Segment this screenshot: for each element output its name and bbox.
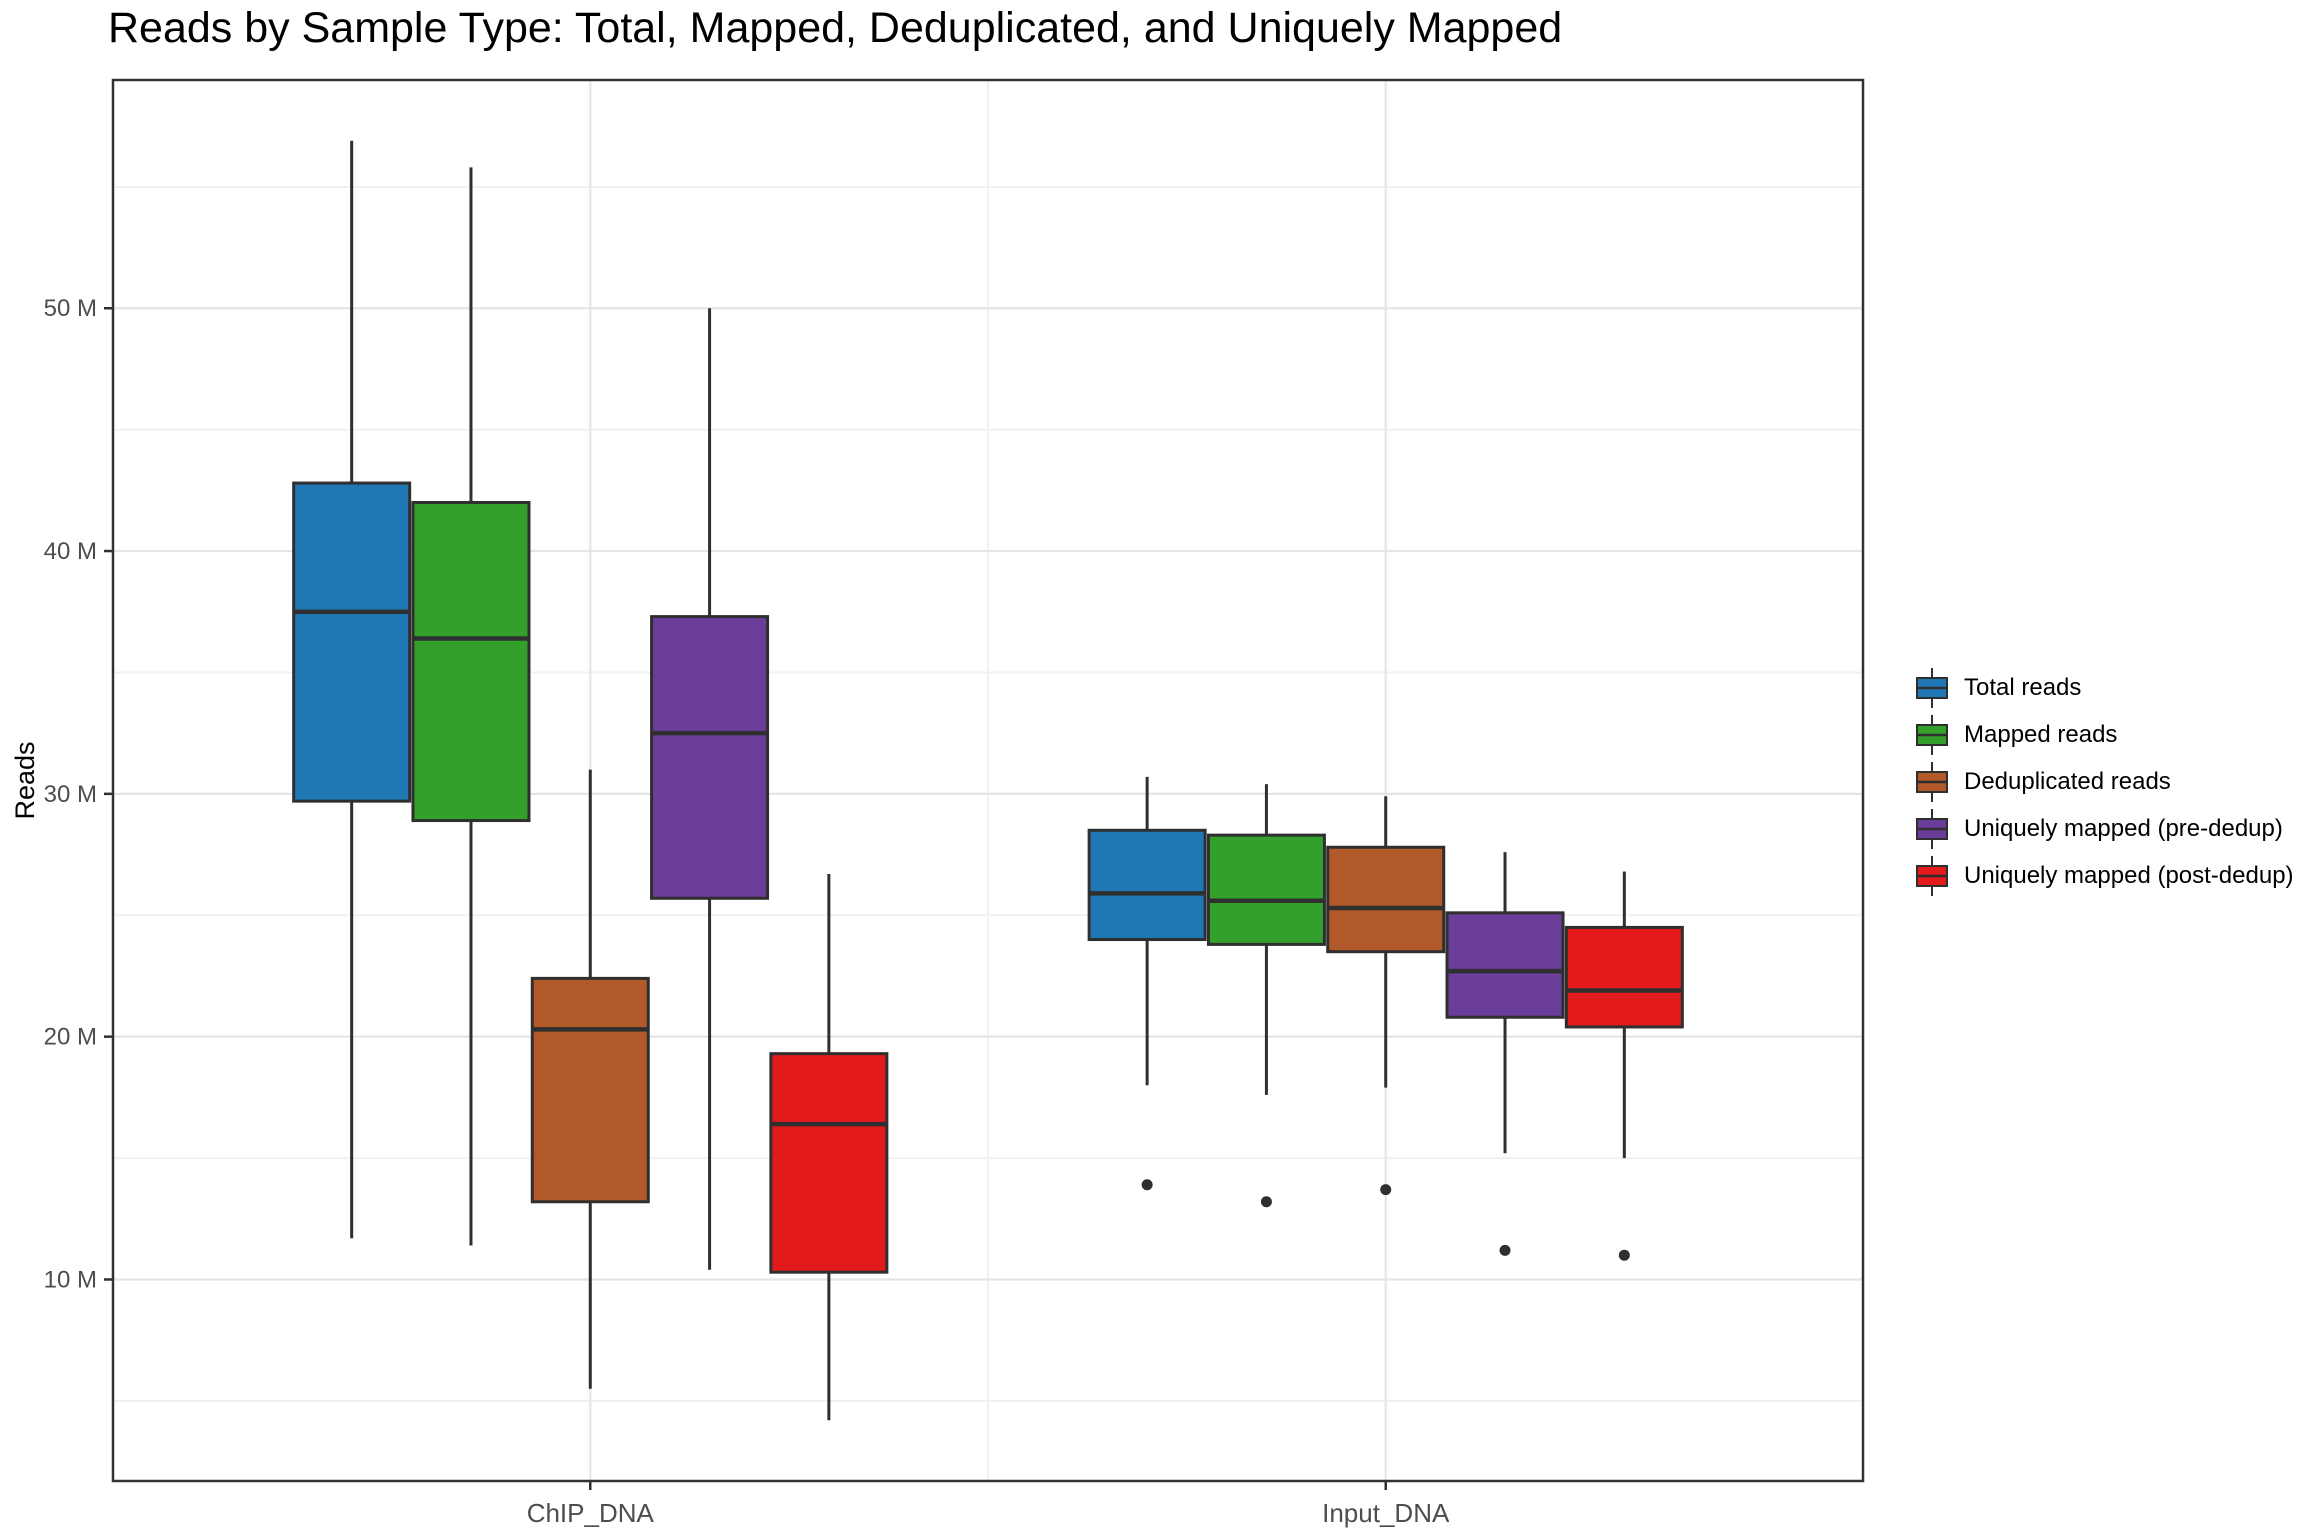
legend-boxplot-key-icon — [1914, 854, 1950, 898]
y-tick-label: 10 M — [44, 1266, 97, 1293]
iqr-box — [652, 617, 768, 899]
iqr-box — [294, 483, 410, 801]
iqr-box — [1089, 830, 1205, 939]
legend-item: Mapped reads — [1914, 711, 2294, 758]
legend-label: Uniquely mapped (post-dedup) — [1964, 862, 2294, 890]
iqr-box — [413, 502, 529, 820]
iqr-box — [1328, 847, 1444, 951]
y-tick-label: 20 M — [44, 1024, 97, 1051]
outlier-point — [1142, 1179, 1153, 1190]
iqr-box — [1208, 835, 1324, 944]
iqr-box — [532, 978, 648, 1201]
legend-item: Total reads — [1914, 664, 2294, 711]
legend-label: Deduplicated reads — [1964, 768, 2171, 796]
legend-label: Mapped reads — [1964, 721, 2117, 749]
outlier-point — [1500, 1245, 1511, 1256]
outlier-point — [1261, 1196, 1272, 1207]
legend-item: Uniquely mapped (pre-dedup) — [1914, 805, 2294, 852]
iqr-box — [771, 1054, 887, 1273]
y-axis-title: Reads — [10, 741, 40, 819]
iqr-box — [1447, 913, 1563, 1017]
legend-boxplot-key-icon — [1914, 713, 1950, 757]
legend-label: Total reads — [1964, 674, 2081, 702]
y-tick-label: 40 M — [44, 538, 97, 565]
y-tick-label: 30 M — [44, 781, 97, 808]
y-tick-label: 50 M — [44, 295, 97, 322]
legend-item: Uniquely mapped (post-dedup) — [1914, 852, 2294, 899]
legend-boxplot-key-icon — [1914, 760, 1950, 804]
iqr-box — [1566, 927, 1682, 1027]
legend-item: Deduplicated reads — [1914, 758, 2294, 805]
legend: Total reads Mapped reads Deduplicated read… — [1914, 664, 2294, 899]
x-tick-label: Input_DNA — [1322, 1498, 1450, 1528]
x-tick-label: ChIP_DNA — [527, 1498, 655, 1528]
outlier-point — [1380, 1184, 1391, 1195]
legend-boxplot-key-icon — [1914, 807, 1950, 851]
outlier-point — [1619, 1250, 1630, 1261]
legend-label: Uniquely mapped (pre-dedup) — [1964, 815, 2283, 843]
legend-boxplot-key-icon — [1914, 666, 1950, 710]
